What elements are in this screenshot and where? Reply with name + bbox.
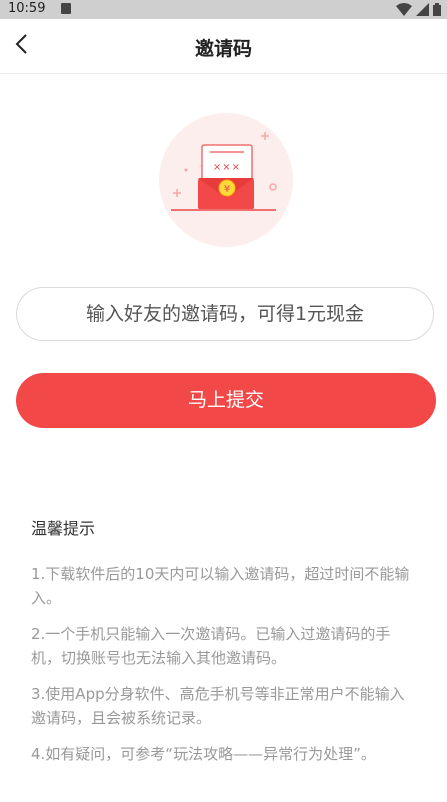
signal-icon [416,2,429,16]
invite-code-input[interactable] [38,302,412,326]
coin-symbol: ¥ [224,184,230,195]
submit-button[interactable]: 马上提交 [16,373,436,428]
tips-title: 温馨提示 [31,519,96,538]
card-mark: ××× [213,162,241,173]
tips-section: 温馨提示 1.下载软件后的10天内可以输入邀请码，超过时间不能输入。 2.一个手… [31,515,416,778]
invite-envelope-illustration: ××× ¥ [159,113,293,247]
page-title: 邀请码 [194,38,252,60]
tip-item: 3.使用App分身软件、高危手机号等非正常用户不能输入邀请码，且会被系统记录。 [31,685,405,727]
tip-item: 1.下载软件后的10天内可以输入邀请码，超过时间不能输入。 [31,565,410,607]
invite-code-field[interactable] [16,287,434,341]
tip-item: 2.一个手机只能输入一次邀请码。已输入过邀请码的手机，切换账号也无法输入其他邀请… [31,625,391,667]
tip-item: 4.如有疑问，可参考“玩法攻略——异常行为处理”。 [31,745,376,763]
status-time: 10:59 [8,1,46,16]
notification-icon [61,3,71,14]
battery-icon [433,2,441,16]
dot-decoration [184,168,188,172]
status-icons [396,2,441,16]
app-header: 邀请码 [0,19,447,74]
status-bar: 10:59 [0,0,447,19]
wifi-icon [396,2,412,16]
